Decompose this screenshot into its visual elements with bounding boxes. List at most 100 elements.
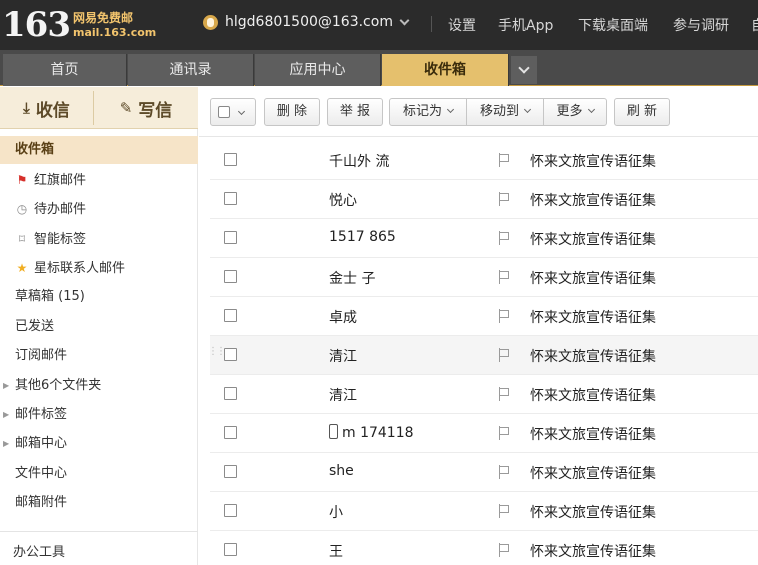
mail-actions-group: 标记为 移动到 更多: [389, 98, 607, 126]
row-checkbox[interactable]: [224, 309, 237, 322]
sidebar-item-smart-tags[interactable]: ⌑ 智能标签: [0, 225, 198, 253]
flag-icon[interactable]: [498, 543, 510, 557]
sidebar-item-todo[interactable]: ◷ 待办邮件: [0, 195, 198, 223]
tab-contacts[interactable]: 通讯录: [128, 54, 254, 86]
tab-app-center[interactable]: 应用中心: [255, 54, 381, 86]
mail-toolbar: 删 除 举 报 标记为 移动到 更多 刷 新: [199, 87, 758, 137]
report-button[interactable]: 举 报: [327, 98, 383, 126]
drag-handle-icon[interactable]: ⋮⋮: [208, 346, 226, 357]
mail-sender: 王: [329, 544, 343, 560]
compose-button[interactable]: ✎ 写信: [94, 87, 198, 129]
mail-row[interactable]: 卓成 怀来文旅宣传语征集: [210, 297, 758, 336]
mail-subject: 怀来文旅宣传语征集: [530, 427, 656, 443]
sidebar-item-mail-tags[interactable]: ▶ 邮件标签: [0, 401, 198, 429]
sidebar-item-inbox[interactable]: 收件箱: [0, 136, 198, 164]
sidebar-item-mail-center[interactable]: ▶ 邮箱中心: [0, 430, 198, 458]
mail-sender: 1517 865: [329, 229, 396, 245]
row-checkbox[interactable]: [224, 231, 237, 244]
row-checkbox[interactable]: [224, 504, 237, 517]
sidebar-item-office-tools[interactable]: 办公工具: [0, 539, 198, 565]
mobile-app-link[interactable]: 手机App: [498, 15, 553, 35]
delete-button[interactable]: 删 除: [264, 98, 320, 126]
chevron-down-icon: [587, 105, 595, 114]
mail-sender: 小: [329, 505, 343, 521]
flag-icon[interactable]: [498, 309, 510, 323]
mail-subject: 怀来文旅宣传语征集: [530, 154, 656, 170]
settings-link[interactable]: 设置: [448, 15, 476, 35]
mail-row[interactable]: 千山外 流 怀来文旅宣传语征集: [210, 141, 758, 180]
row-checkbox[interactable]: [224, 543, 237, 556]
logo-domain: mail.163.com: [72, 25, 157, 39]
clock-icon: ◷: [16, 202, 28, 216]
mail-row[interactable]: 清江 怀来文旅宣传语征集: [210, 375, 758, 414]
tab-bar: 首页 通讯录 应用中心 收件箱: [0, 50, 758, 86]
row-checkbox[interactable]: [224, 192, 237, 205]
mail-row[interactable]: 小 怀来文旅宣传语征集: [210, 492, 758, 531]
flag-icon[interactable]: [498, 270, 510, 284]
mail-row[interactable]: 金士 子 怀来文旅宣传语征集: [210, 258, 758, 297]
row-checkbox[interactable]: [224, 387, 237, 400]
mail-subject: 怀来文旅宣传语征集: [530, 310, 656, 326]
chevron-down-icon: [446, 105, 455, 114]
flag-icon[interactable]: [498, 465, 510, 479]
logo[interactable]: 163 网易免费邮 mail.163.com: [2, 4, 156, 46]
tab-inbox[interactable]: 收件箱: [382, 54, 509, 86]
row-checkbox[interactable]: [224, 153, 237, 166]
survey-link[interactable]: 参与调研: [673, 15, 729, 35]
sidebar-item-red-flag[interactable]: ⚑ 红旗邮件: [0, 166, 198, 194]
flag-icon[interactable]: [498, 192, 510, 206]
flag-icon[interactable]: [498, 504, 510, 518]
mail-row[interactable]: she 怀来文旅宣传语征集: [210, 453, 758, 492]
refresh-button[interactable]: 刷 新: [614, 98, 670, 126]
edit-icon: ✎: [119, 99, 133, 117]
mail-row[interactable]: m 174118 怀来文旅宣传语征集: [210, 414, 758, 453]
sidebar-item-starred-contacts[interactable]: ★ 星标联系人邮件: [0, 254, 198, 282]
mail-sender: 悦心: [329, 193, 357, 209]
expand-icon: ▶: [3, 439, 10, 448]
chevron-down-icon: [237, 107, 246, 116]
move-to-dropdown[interactable]: 移动到: [467, 99, 544, 125]
mark-as-dropdown[interactable]: 标记为: [390, 99, 467, 125]
flag-icon[interactable]: [498, 387, 510, 401]
more-dropdown[interactable]: 更多: [544, 99, 606, 125]
mail-subject: 怀来文旅宣传语征集: [530, 466, 656, 482]
sidebar-item-drafts[interactable]: 草稿箱 (15): [0, 283, 198, 311]
sidebar-item-file-center[interactable]: 文件中心: [0, 460, 198, 488]
select-all-dropdown[interactable]: [210, 98, 256, 126]
sidebar-item-sent[interactable]: 已发送: [0, 313, 198, 341]
more-link[interactable]: 自: [751, 15, 758, 35]
account-email: hlgd6801500@163.com: [225, 14, 393, 30]
red-flag-icon: ⚑: [16, 173, 28, 187]
download-icon: ⤓: [23, 99, 30, 117]
tab-home[interactable]: 首页: [3, 54, 127, 86]
select-all-checkbox[interactable]: [218, 106, 230, 118]
tab-more-dropdown[interactable]: [511, 56, 537, 84]
flag-icon[interactable]: [498, 231, 510, 245]
mail-row[interactable]: 王 怀来文旅宣传语征集: [210, 531, 758, 565]
account-menu[interactable]: hlgd6801500@163.com: [203, 14, 410, 30]
phone-icon: [329, 424, 338, 439]
row-checkbox[interactable]: [224, 465, 237, 478]
sidebar-item-other-folders[interactable]: ▶ 其他6个文件夹: [0, 372, 198, 400]
flag-icon[interactable]: [498, 348, 510, 362]
sidebar-item-subscriptions[interactable]: 订阅邮件: [0, 342, 198, 370]
star-icon: ★: [16, 261, 28, 275]
mail-sender: 清江: [329, 349, 357, 365]
flag-icon[interactable]: [498, 426, 510, 440]
mail-row[interactable]: 悦心 怀来文旅宣传语征集: [210, 180, 758, 219]
receive-button[interactable]: ⤓ 收信: [0, 87, 93, 129]
sidebar: ⤓ 收信 ✎ 写信 收件箱 ⚑ 红旗邮件 ◷ 待办邮件 ⌑ 智能标签 ★ 星标联系人邮件…: [0, 87, 198, 565]
desktop-download-link[interactable]: 下载桌面端: [578, 15, 648, 35]
row-checkbox[interactable]: [224, 426, 237, 439]
mail-row[interactable]: ⋮⋮ 清江 怀来文旅宣传语征集: [208, 336, 758, 375]
flag-icon[interactable]: [498, 153, 510, 167]
row-checkbox[interactable]: [224, 348, 237, 361]
top-header: 163 网易免费邮 mail.163.com hlgd6801500@163.c…: [0, 0, 758, 50]
mail-subject: 怀来文旅宣传语征集: [530, 232, 656, 248]
sidebar-item-attachments[interactable]: 邮箱附件: [0, 489, 198, 517]
mail-sender: she: [329, 463, 354, 479]
mail-subject: 怀来文旅宣传语征集: [530, 271, 656, 287]
mail-row[interactable]: 1517 865 怀来文旅宣传语征集: [210, 219, 758, 258]
row-checkbox[interactable]: [224, 270, 237, 283]
mail-sender: 清江: [329, 388, 357, 404]
